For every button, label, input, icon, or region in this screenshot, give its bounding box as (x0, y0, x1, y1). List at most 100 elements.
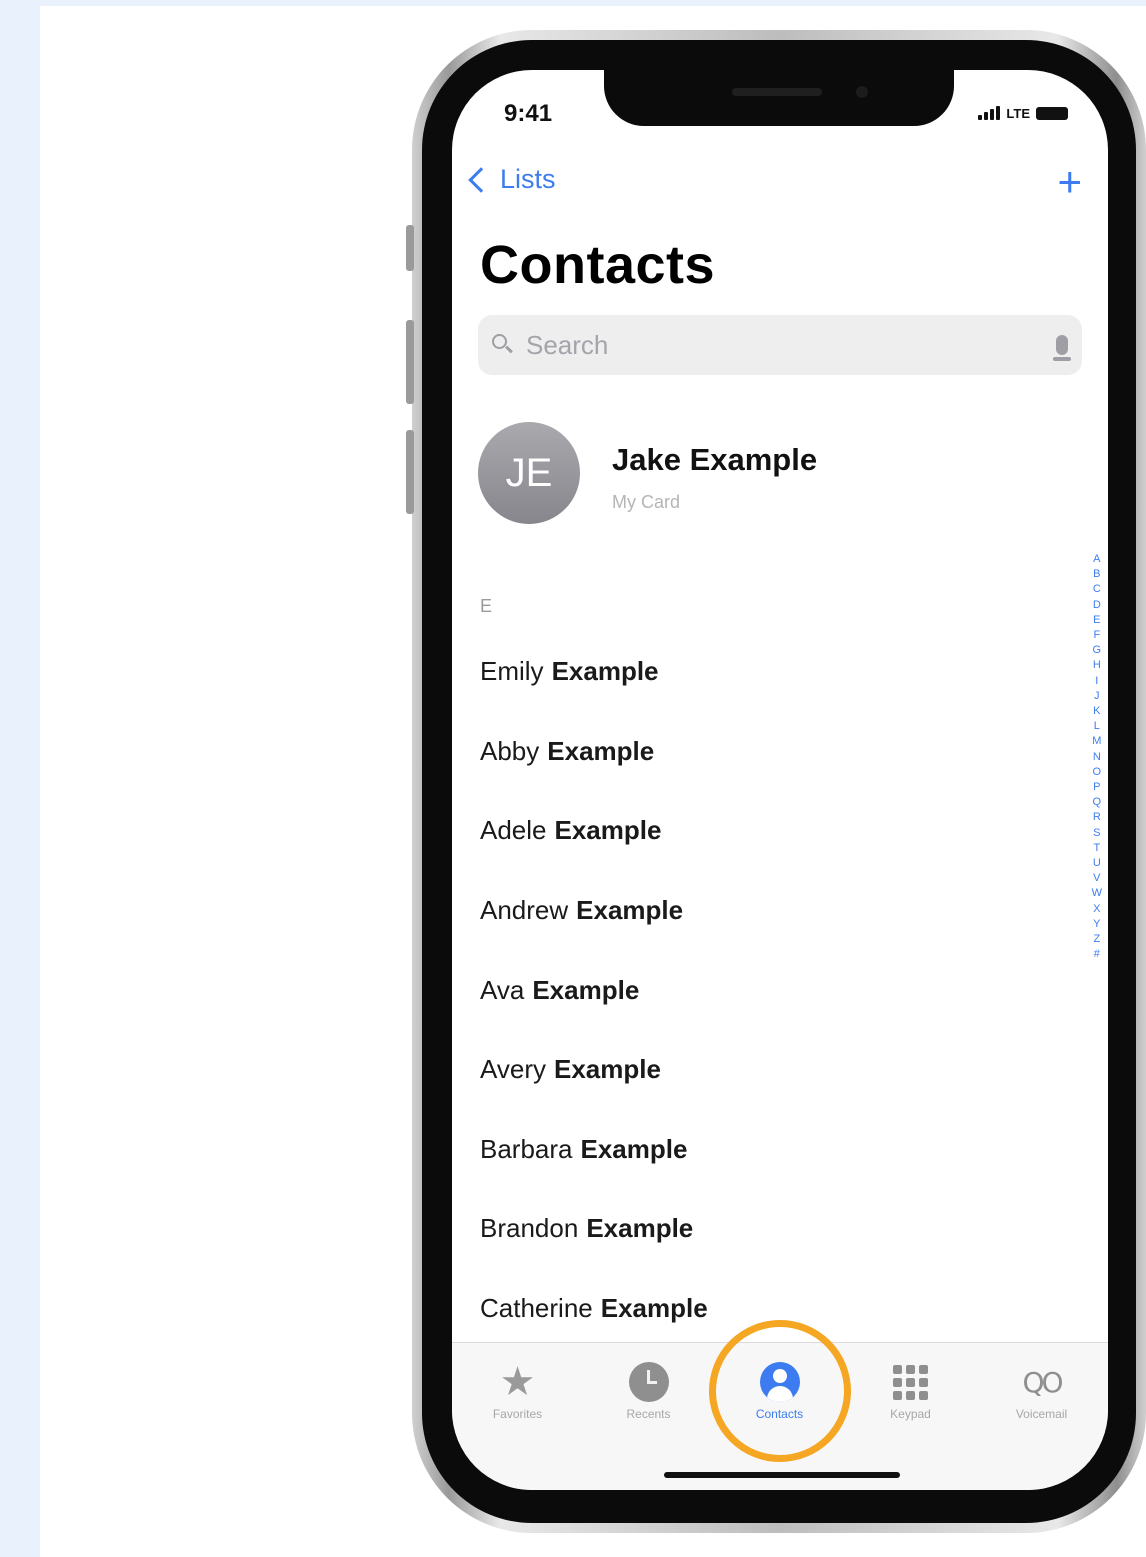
tab-keypad[interactable]: Keypad (845, 1343, 976, 1443)
contact-row[interactable]: Catherine Example (480, 1269, 1060, 1349)
index-letter[interactable]: I (1095, 674, 1098, 689)
page-left-band (0, 0, 40, 1557)
add-contact-button[interactable]: + (1057, 161, 1082, 203)
tab-label: Voicemail (1015, 1407, 1068, 1421)
index-letter[interactable]: T (1093, 841, 1100, 856)
volume-up-button (406, 320, 414, 404)
contact-row[interactable]: Adele Example (480, 791, 1060, 871)
page-title: Contacts (480, 235, 716, 295)
index-letter[interactable]: E (1093, 613, 1100, 628)
star-icon: ★ (499, 1360, 536, 1404)
back-button[interactable]: Lists (466, 164, 556, 195)
contact-list: Emily Example Abby Example Adele Example An… (480, 632, 1060, 1348)
clock-icon (628, 1362, 669, 1402)
index-letter[interactable]: R (1093, 810, 1101, 825)
tab-label: Favorites (492, 1407, 543, 1421)
index-letter[interactable]: N (1093, 750, 1101, 765)
contact-last-name: Example (547, 735, 655, 766)
index-letter[interactable]: M (1092, 734, 1101, 749)
alphabet-index[interactable]: A B C D E F G H I J K L M N O P Q R S T U V W X Y Z # (1092, 552, 1102, 962)
contact-first-name: Adele (480, 815, 547, 846)
index-letter[interactable]: X (1093, 902, 1100, 917)
contact-first-name: Andrew (480, 895, 569, 926)
contact-row[interactable]: Abby Example (480, 712, 1060, 792)
tab-recents[interactable]: Recents (583, 1343, 714, 1443)
tab-bar: ★ Favorites Recents Contacts Keypad QO V… (452, 1342, 1108, 1490)
index-letter[interactable]: C (1093, 582, 1101, 597)
contact-last-name: Example (586, 1213, 694, 1244)
home-indicator[interactable] (664, 1472, 900, 1478)
back-label: Lists (500, 164, 556, 194)
contact-first-name: Brandon (480, 1213, 579, 1244)
tab-voicemail[interactable]: QO Voicemail (976, 1343, 1107, 1443)
battery-icon (1036, 107, 1068, 120)
contact-last-name: Example (532, 974, 640, 1005)
speaker (732, 88, 822, 96)
contact-row[interactable]: Emily Example (480, 632, 1060, 712)
status-indicators: LTE (978, 106, 1068, 120)
index-letter[interactable]: V (1093, 871, 1100, 886)
index-letter[interactable]: O (1093, 765, 1102, 780)
index-letter[interactable]: J (1094, 689, 1100, 704)
tab-label: Contacts (755, 1407, 804, 1421)
carrier-label: LTE (1006, 106, 1030, 121)
tab-label: Keypad (890, 1407, 931, 1421)
contact-row[interactable]: Andrew Example (480, 871, 1060, 951)
index-letter[interactable]: F (1093, 628, 1100, 643)
contact-row[interactable]: Barbara Example (480, 1110, 1060, 1190)
contact-first-name: Avery (480, 1054, 546, 1085)
contact-last-name: Example (580, 1133, 688, 1164)
index-letter[interactable]: A (1093, 552, 1100, 567)
front-camera (856, 86, 868, 98)
contact-last-name: Example (551, 656, 659, 687)
search-bar[interactable] (478, 315, 1082, 375)
signal-icon (978, 106, 1001, 120)
index-letter[interactable]: P (1093, 780, 1100, 795)
contact-row[interactable]: Brandon Example (480, 1189, 1060, 1269)
index-letter[interactable]: # (1094, 947, 1100, 962)
search-input[interactable] (524, 328, 1056, 362)
index-letter[interactable]: S (1093, 826, 1100, 841)
contact-last-name: Example (554, 815, 662, 846)
index-letter[interactable]: G (1093, 643, 1102, 658)
index-letter[interactable]: W (1092, 886, 1102, 901)
status-time: 9:41 (504, 100, 553, 127)
my-card-name: Jake Example (612, 442, 818, 477)
search-icon (492, 334, 514, 356)
person-icon (759, 1362, 800, 1402)
volume-down-button (406, 430, 414, 514)
contact-first-name: Abby (480, 735, 540, 766)
contact-first-name: Barbara (480, 1133, 573, 1164)
index-letter[interactable]: Y (1093, 917, 1100, 932)
index-letter[interactable]: U (1093, 856, 1101, 871)
microphone-icon[interactable] (1053, 335, 1071, 361)
section-header: E (480, 596, 493, 616)
contact-last-name: Example (554, 1054, 661, 1085)
voicemail-icon: QO (1022, 1365, 1063, 1399)
contact-first-name: Emily (480, 656, 544, 687)
contact-last-name: Example (600, 1293, 708, 1324)
index-letter[interactable]: Z (1093, 932, 1100, 947)
keypad-icon (893, 1364, 928, 1400)
contact-row[interactable]: Avery Example (480, 1030, 1060, 1110)
index-letter[interactable]: Q (1093, 795, 1102, 810)
contact-first-name: Catherine (480, 1293, 593, 1324)
index-letter[interactable]: H (1093, 658, 1101, 673)
chevron-left-icon (468, 167, 494, 193)
phone-screen: 9:41 LTE Lists + Contacts JE Jake Exampl… (452, 70, 1108, 1490)
my-card[interactable]: JE Jake Example My Card (478, 422, 1078, 532)
index-letter[interactable]: B (1093, 567, 1100, 582)
index-letter[interactable]: L (1094, 719, 1100, 734)
index-letter[interactable]: D (1093, 598, 1101, 613)
silent-switch (406, 225, 414, 271)
my-card-subtitle: My Card (612, 492, 681, 512)
contact-last-name: Example (576, 895, 684, 926)
tab-contacts[interactable]: Contacts (714, 1343, 845, 1443)
notch (604, 70, 954, 126)
contact-row[interactable]: Ava Example (480, 950, 1060, 1030)
contact-first-name: Ava (480, 974, 525, 1005)
tab-favorites[interactable]: ★ Favorites (452, 1343, 583, 1443)
tab-label: Recents (626, 1407, 671, 1421)
page-top-band (0, 0, 1146, 6)
index-letter[interactable]: K (1093, 704, 1100, 719)
